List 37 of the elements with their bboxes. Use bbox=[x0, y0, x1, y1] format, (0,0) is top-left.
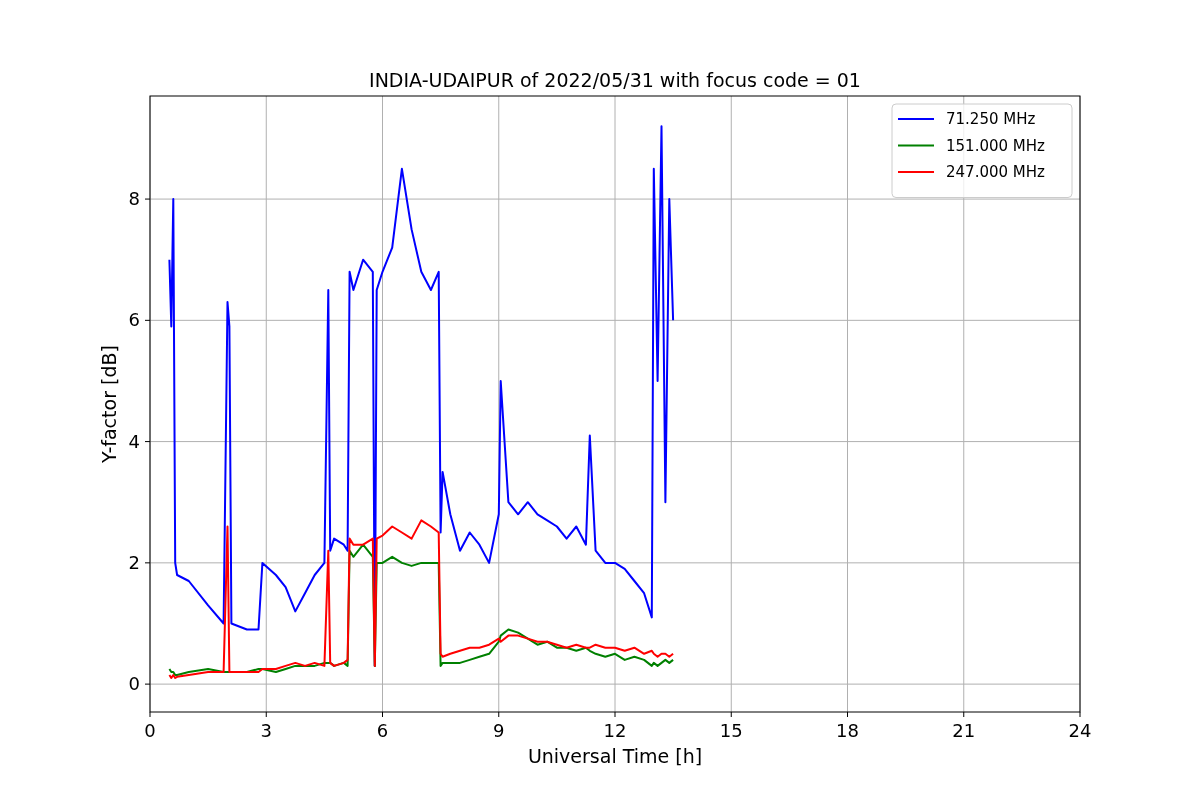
x-tick-label: 15 bbox=[719, 720, 743, 741]
y-tick-label: 0 bbox=[128, 673, 140, 695]
x-tick-label: 18 bbox=[836, 720, 859, 741]
tick-mark bbox=[144, 198, 151, 200]
x-axis-label: Universal Time [h] bbox=[527, 745, 703, 767]
tick-mark bbox=[144, 562, 151, 564]
tick-mark bbox=[382, 711, 383, 718]
tick-mark bbox=[144, 683, 151, 685]
x-tick-label: 21 bbox=[952, 720, 976, 741]
legend-line-icon bbox=[897, 171, 935, 173]
y-tick-label: 4 bbox=[128, 430, 140, 452]
tick-mark bbox=[144, 319, 151, 321]
tick-mark bbox=[963, 711, 965, 718]
y-tick-label: 8 bbox=[128, 188, 140, 210]
legend-line-icon bbox=[897, 144, 935, 147]
x-tick-label: 0 bbox=[144, 720, 156, 741]
tick-mark bbox=[847, 711, 848, 718]
tick-mark bbox=[149, 711, 151, 718]
x-tick-label: 6 bbox=[376, 720, 389, 741]
y-tick-label: 2 bbox=[128, 551, 140, 573]
x-tick-label: 3 bbox=[260, 720, 272, 741]
legend-line-icon bbox=[897, 118, 935, 120]
tick-mark bbox=[265, 711, 267, 718]
tick-mark bbox=[498, 711, 500, 718]
tick-mark bbox=[1079, 711, 1081, 718]
tick-mark bbox=[730, 711, 732, 718]
x-tick-label: 12 bbox=[603, 720, 627, 741]
chart-title: INDIA-UDAIPUR of 2022/05/31 with focus code = 01 bbox=[369, 69, 861, 91]
y-tick-label: 6 bbox=[128, 309, 140, 331]
legend-label: 247.000 MHz bbox=[946, 163, 1045, 181]
legend-label: 71.250 MHz bbox=[946, 110, 1036, 128]
y-axis-label: Y-factor [dB] bbox=[98, 345, 120, 463]
x-tick-label: 9 bbox=[493, 720, 505, 741]
legend-label: 151.000 MHz bbox=[946, 136, 1045, 155]
tick-mark bbox=[144, 441, 151, 443]
x-tick-label: 24 bbox=[1068, 720, 1092, 741]
tick-mark bbox=[614, 711, 616, 718]
